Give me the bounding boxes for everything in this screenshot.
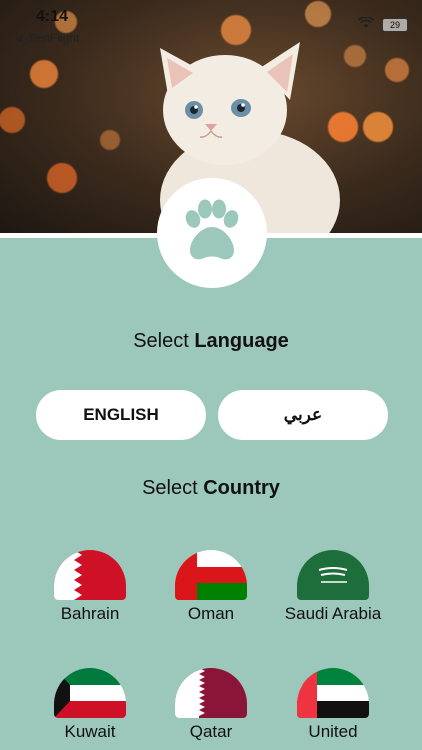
saudi-arabia-flag-icon xyxy=(297,550,369,600)
language-heading-prefix: Select xyxy=(133,330,195,352)
country-name: Bahrain xyxy=(60,604,120,623)
country-name: United xyxy=(308,722,358,741)
oman-flag-icon xyxy=(175,550,247,600)
select-language-heading: Select Language xyxy=(0,330,422,353)
country-oman[interactable]: Oman xyxy=(161,550,261,624)
country-heading-bold: Country xyxy=(203,477,280,499)
battery-icon: 29 xyxy=(382,18,408,32)
country-kuwait[interactable]: Kuwait xyxy=(40,668,140,742)
wifi-icon xyxy=(357,16,375,34)
paw-icon xyxy=(185,199,239,260)
language-heading-bold: Language xyxy=(194,330,289,352)
status-bar: 4:14 ◄ TestFlight .... 29 xyxy=(0,0,422,48)
uae-flag-icon xyxy=(297,668,369,718)
select-country-heading: Select Country xyxy=(0,477,422,500)
logo-badge xyxy=(157,178,267,288)
qatar-flag-icon xyxy=(175,668,247,718)
country-qatar[interactable]: Qatar xyxy=(161,668,261,742)
status-time: 4:14 xyxy=(36,8,69,25)
country-name: Qatar xyxy=(189,722,233,741)
bahrain-flag-icon xyxy=(54,550,126,600)
english-language-button[interactable]: ENGLISH xyxy=(36,390,206,440)
country-name: Kuwait xyxy=(64,722,116,741)
country-uae[interactable]: United xyxy=(283,668,383,742)
country-name: Saudi Arabia xyxy=(284,604,382,623)
country-name: Oman xyxy=(187,604,235,623)
arabic-language-button[interactable]: عربي xyxy=(218,390,388,440)
signal-dots: .... xyxy=(334,19,350,31)
country-saudi-arabia[interactable]: Saudi Arabia xyxy=(283,550,383,624)
country-heading-prefix: Select xyxy=(142,477,204,499)
back-to-testflight-link[interactable]: ◄ TestFlight xyxy=(13,31,79,45)
country-bahrain[interactable]: Bahrain xyxy=(40,550,140,624)
kuwait-flag-icon xyxy=(54,668,126,718)
